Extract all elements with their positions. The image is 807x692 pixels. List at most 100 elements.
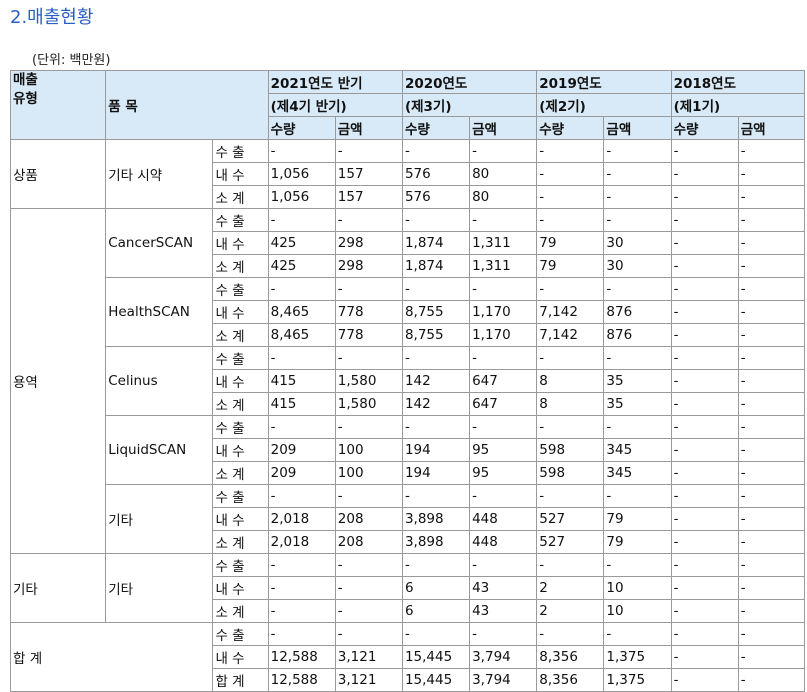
- value-cell: -: [536, 139, 605, 163]
- value-cell: -: [737, 346, 806, 370]
- value-cell: 1,580: [334, 369, 403, 393]
- value-cell: 100: [334, 461, 403, 485]
- value-cell: -: [670, 599, 739, 623]
- value-cell: 6: [401, 599, 471, 623]
- value-cell: -: [670, 668, 739, 692]
- row-kind-cell: 내 수: [212, 300, 269, 324]
- value-cell: 157: [334, 162, 403, 186]
- value-cell: 3,121: [334, 668, 403, 692]
- value-cell: -: [536, 277, 605, 301]
- header-amt: 금액: [469, 116, 538, 140]
- value-cell: 8,755: [401, 300, 471, 324]
- value-cell: -: [401, 484, 471, 508]
- value-cell: -: [267, 553, 336, 577]
- value-cell: 345: [603, 461, 672, 485]
- value-cell: 194: [401, 438, 471, 462]
- value-cell: 647: [469, 392, 538, 416]
- value-cell: -: [737, 139, 806, 163]
- value-cell: -: [737, 438, 806, 462]
- value-cell: 527: [536, 530, 605, 554]
- sales-type-cell: 기타: [9, 553, 107, 623]
- value-cell: -: [603, 185, 672, 209]
- value-cell: -: [267, 208, 336, 232]
- value-cell: 1,874: [401, 231, 471, 255]
- value-cell: -: [401, 208, 471, 232]
- sales-type-cell: 상품: [9, 139, 107, 209]
- value-cell: -: [267, 484, 336, 508]
- value-cell: 8,356: [536, 645, 605, 669]
- value-cell: -: [334, 208, 403, 232]
- value-cell: -: [536, 162, 605, 186]
- value-cell: -: [469, 622, 538, 646]
- value-cell: 1,375: [603, 645, 672, 669]
- value-cell: 298: [334, 231, 403, 255]
- value-cell: -: [603, 415, 672, 439]
- item-name-cell: CancerSCAN: [105, 208, 214, 278]
- value-cell: -: [603, 162, 672, 186]
- value-cell: 10: [603, 599, 672, 623]
- value-cell: -: [469, 553, 538, 577]
- value-cell: -: [267, 415, 336, 439]
- header-period-2020: (제3기): [401, 93, 538, 117]
- value-cell: -: [670, 392, 739, 416]
- value-cell: -: [536, 208, 605, 232]
- header-sales-type-line1: 매출: [13, 72, 38, 88]
- value-cell: -: [737, 622, 806, 646]
- value-cell: -: [670, 622, 739, 646]
- value-cell: -: [603, 622, 672, 646]
- value-cell: -: [536, 346, 605, 370]
- value-cell: 576: [401, 185, 471, 209]
- value-cell: -: [670, 139, 739, 163]
- value-cell: -: [737, 645, 806, 669]
- header-period-2018: (제1기): [670, 93, 806, 117]
- value-cell: 1,311: [469, 231, 538, 255]
- value-cell: -: [737, 576, 806, 600]
- value-cell: 2: [536, 576, 605, 600]
- value-cell: 79: [536, 254, 605, 278]
- row-kind-cell: 수 출: [212, 139, 269, 163]
- value-cell: -: [469, 208, 538, 232]
- value-cell: 415: [267, 392, 336, 416]
- value-cell: 8,356: [536, 668, 605, 692]
- value-cell: -: [670, 438, 739, 462]
- value-cell: 209: [267, 438, 336, 462]
- table-row: 용역 CancerSCAN 수 출--------: [9, 208, 806, 554]
- value-cell: -: [267, 576, 336, 600]
- value-cell: 778: [334, 300, 403, 324]
- item-name-cell: 기타: [105, 553, 214, 623]
- value-cell: -: [670, 415, 739, 439]
- value-cell: 647: [469, 369, 538, 393]
- value-cell: 95: [469, 438, 538, 462]
- value-cell: -: [267, 346, 336, 370]
- value-cell: 8: [536, 392, 605, 416]
- value-cell: 2,018: [267, 530, 336, 554]
- value-cell: 8,465: [267, 323, 336, 347]
- table-row: HealthSCAN 수 출--------: [11, 277, 806, 347]
- value-cell: -: [670, 185, 739, 209]
- value-cell: -: [737, 369, 806, 393]
- value-cell: 1,170: [469, 323, 538, 347]
- value-cell: 209: [267, 461, 336, 485]
- value-cell: 448: [469, 530, 538, 554]
- value-cell: 778: [334, 323, 403, 347]
- header-qty: 수량: [670, 116, 739, 140]
- value-cell: -: [267, 139, 336, 163]
- sales-type-cell: 용역: [9, 208, 107, 554]
- total-label-cell: 합 계: [9, 622, 214, 692]
- table-row: LiquidSCAN 수 출--------: [11, 415, 806, 485]
- value-cell: 80: [469, 162, 538, 186]
- value-cell: 527: [536, 507, 605, 531]
- value-cell: -: [334, 139, 403, 163]
- value-cell: 12,588: [267, 645, 336, 669]
- row-kind-cell: 소 계: [212, 530, 269, 554]
- row-kind-cell: 수 출: [212, 553, 269, 577]
- value-cell: 8,755: [401, 323, 471, 347]
- row-kind-cell: 수 출: [212, 346, 269, 370]
- value-cell: 415: [267, 369, 336, 393]
- value-cell: -: [737, 415, 806, 439]
- value-cell: -: [603, 346, 672, 370]
- header-year-2021: 2021연도 반기: [267, 70, 403, 94]
- value-cell: -: [670, 208, 739, 232]
- value-cell: 3,898: [401, 530, 471, 554]
- value-cell: 35: [603, 392, 672, 416]
